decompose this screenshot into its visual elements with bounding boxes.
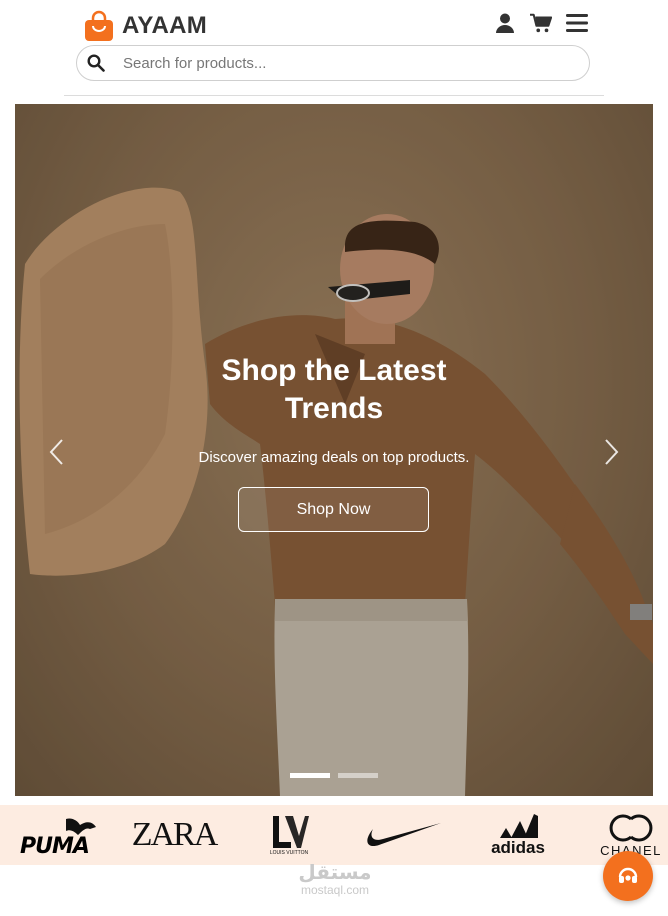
menu-icon[interactable] (566, 12, 588, 34)
carousel-prev-icon[interactable] (45, 437, 69, 467)
puma-logo[interactable]: PUMA (20, 805, 102, 865)
watermark-arabic: مستقل (298, 860, 372, 884)
adidas-logo[interactable]: adidas (482, 805, 554, 865)
lv-logo-text: LOUIS VUITTON (269, 850, 309, 856)
shop-now-button[interactable]: Shop Now (238, 487, 429, 532)
header-divider (64, 95, 604, 96)
nike-swoosh-icon (367, 823, 441, 847)
search-bar (76, 45, 590, 81)
brand-name: AYAAM (122, 12, 208, 39)
nike-logo[interactable] (362, 805, 444, 865)
support-chat-button[interactable] (603, 851, 653, 901)
headset-icon (618, 867, 638, 883)
hero-subtitle: Discover amazing deals on top products. (198, 449, 470, 466)
adidas-logo-text: adidas (491, 838, 545, 857)
user-icon[interactable] (494, 12, 516, 34)
svg-text:PUMA: PUMA (20, 834, 89, 857)
cart-icon[interactable] (530, 12, 552, 34)
brands-strip: PUMA ZARA LOUIS VUITTON adidas CHANEL (0, 805, 668, 865)
adidas-stripes-icon (500, 814, 538, 838)
carousel-indicator-2[interactable] (338, 773, 378, 778)
hero-carousel: Shop the Latest Trends Discover amazing … (15, 104, 653, 796)
puma-cat-icon: PUMA (20, 818, 96, 857)
carousel-indicators (290, 773, 378, 778)
zara-logo-text: ZARA (131, 816, 219, 853)
shopping-bag-icon (85, 10, 113, 41)
carousel-next-icon[interactable] (599, 437, 623, 467)
zara-logo[interactable]: ZARA (131, 805, 219, 865)
site-header: AYAAM (0, 0, 668, 96)
watermark-latin: mostaql.com (300, 883, 370, 897)
search-icon[interactable] (87, 54, 105, 72)
hero-title: Shop the Latest Trends (221, 354, 447, 425)
watermark: مستقل mostaql.com (290, 860, 380, 896)
search-input[interactable] (121, 53, 545, 73)
lv-monogram-icon (273, 816, 309, 848)
brand-logo[interactable]: AYAAM (84, 8, 207, 44)
carousel-indicator-1[interactable] (290, 773, 330, 778)
louis-vuitton-logo[interactable]: LOUIS VUITTON (265, 805, 313, 865)
chanel-cc-icon (609, 814, 653, 841)
